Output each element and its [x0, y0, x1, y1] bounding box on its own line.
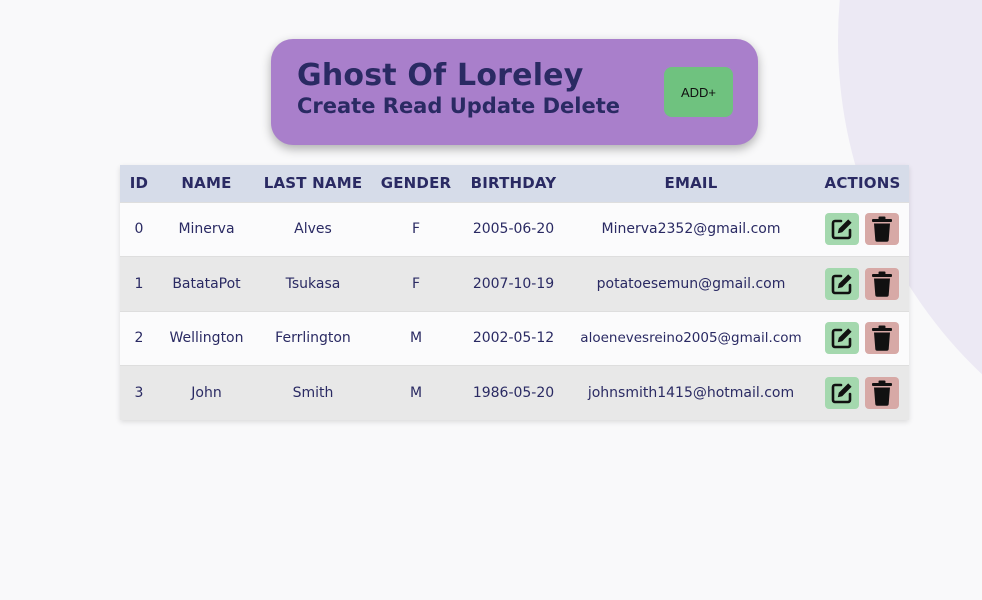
cell-gender: M [409, 330, 423, 347]
cell-email: aloenevesreino2005@gmail.com [580, 330, 802, 347]
edit-button[interactable] [825, 377, 859, 409]
edit-icon [831, 274, 852, 295]
cell-id: 3 [134, 385, 144, 401]
edit-icon [831, 328, 852, 349]
trash-icon [872, 380, 892, 406]
cell-last-name: Tsukasa [285, 275, 341, 292]
row-actions [816, 322, 909, 355]
header-card: Ghost Of Loreley Create Read Update Dele… [271, 39, 758, 145]
cell-last-name: Ferrlington [275, 330, 351, 347]
users-table: ID NAME LAST NAME GENDER BIRTHDAY EMAIL … [120, 165, 909, 420]
column-header-email: EMAIL [664, 174, 718, 193]
users-table-container: ID NAME LAST NAME GENDER BIRTHDAY EMAIL … [120, 165, 909, 420]
cell-actions [816, 366, 909, 421]
cell-id: 1 [134, 275, 144, 292]
table-row: 3 John Smith M 1986-05-20 johnsmith1415@… [120, 365, 909, 421]
column-header-id: ID [129, 174, 149, 193]
edit-icon [831, 219, 852, 240]
cell-birthday: 2002-05-12 [472, 330, 555, 347]
column-header-actions: ACTIONS [824, 174, 901, 193]
cell-birthday: 1986-05-20 [472, 385, 555, 401]
table-row: 0 Minerva Alves F 2005-06-20 Minerva2352… [120, 202, 909, 257]
delete-button[interactable] [865, 267, 899, 300]
edit-button[interactable] [825, 267, 859, 300]
cell-name: Wellington [169, 330, 244, 347]
cell-name: Minerva [178, 221, 235, 238]
cell-gender: F [411, 275, 421, 292]
add-button[interactable]: ADD+ [664, 67, 733, 117]
cell-gender: F [411, 221, 421, 238]
cell-name: BatataPot [172, 275, 241, 292]
cell-actions [816, 257, 909, 312]
delete-button[interactable] [865, 213, 899, 246]
app-subtitle: Create Read Update Delete [297, 94, 620, 118]
cell-name: John [191, 385, 222, 401]
row-actions [816, 267, 909, 300]
table-header-row: ID NAME LAST NAME GENDER BIRTHDAY EMAIL … [120, 165, 909, 202]
trash-icon [872, 325, 892, 352]
app-title: Ghost Of Loreley [297, 58, 584, 93]
page: Ghost Of Loreley Create Read Update Dele… [0, 0, 982, 600]
cell-id: 0 [134, 221, 144, 238]
cell-last-name: Alves [294, 221, 332, 238]
column-header-last-name: LAST NAME [263, 174, 363, 193]
table-row: 1 BatataPot Tsukasa F 2007-10-19 potatoe… [120, 256, 909, 312]
delete-button[interactable] [865, 377, 899, 409]
edit-button[interactable] [825, 322, 859, 355]
table-row: 2 Wellington Ferrlington M 2002-05-12 al… [120, 311, 909, 366]
column-header-birthday: BIRTHDAY [470, 174, 557, 193]
trash-icon [872, 216, 892, 243]
delete-button[interactable] [865, 322, 899, 355]
trash-icon [872, 271, 892, 297]
column-header-name: NAME [181, 174, 232, 193]
cell-id: 2 [134, 330, 144, 347]
cell-email: potatoesemun@gmail.com [596, 275, 786, 292]
row-actions [816, 213, 909, 246]
edit-button[interactable] [825, 213, 859, 246]
cell-email: johnsmith1415@hotmail.com [587, 385, 795, 401]
cell-email: Minerva2352@gmail.com [601, 221, 781, 238]
cell-birthday: 2005-06-20 [472, 221, 555, 238]
cell-actions [816, 311, 909, 366]
cell-actions [816, 202, 909, 257]
column-header-gender: GENDER [380, 174, 452, 193]
row-actions [816, 377, 909, 409]
cell-birthday: 2007-10-19 [472, 275, 555, 292]
edit-icon [831, 383, 852, 404]
cell-gender: M [409, 385, 423, 401]
cell-last-name: Smith [292, 385, 334, 401]
